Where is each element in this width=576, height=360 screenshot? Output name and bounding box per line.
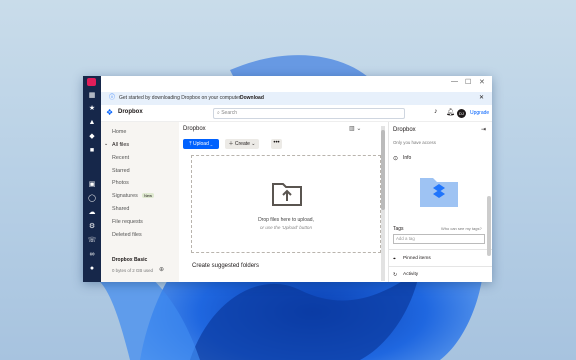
bulb-icon[interactable]: ◯ [87, 194, 97, 204]
divider [389, 266, 492, 267]
sidebar-item-deleted-files[interactable]: Deleted files [112, 232, 142, 238]
sidebar-item-file-requests[interactable]: File requests [112, 219, 143, 225]
settings-icon[interactable]: ⚙ [87, 222, 97, 232]
search-icon: ⌕ [217, 110, 220, 116]
brand-name: Dropbox [118, 109, 143, 115]
account-icon[interactable]: ● [87, 264, 97, 274]
close-banner-icon[interactable]: ✕ [479, 92, 484, 105]
calendar-icon[interactable]: ▣ [87, 180, 97, 190]
add-storage-icon[interactable]: ⊕ [159, 266, 164, 273]
upgrade-link[interactable]: Upgrade [470, 110, 489, 116]
collapse-panel-icon[interactable]: ⇥ [481, 126, 486, 133]
drop-hint-secondary: or use the 'Upload' button [259, 225, 313, 230]
tag-placeholder: Add a tag [396, 236, 415, 241]
access-info: Only you have access [393, 140, 436, 145]
star-icon[interactable]: ★ [87, 104, 97, 114]
folder-upload-icon [272, 183, 302, 206]
create-label: Create [234, 141, 250, 147]
maximize-button[interactable]: ☐ [465, 78, 471, 86]
upload-chevron-icon: ⌄ [208, 141, 213, 147]
phone-icon[interactable]: ☏ [87, 236, 97, 246]
icon-rail: ▦ ★ ▲ ◆ ■ ▣ ◯ ☁ ⚙ ☏ ∞ ● [83, 76, 101, 282]
tag-input[interactable]: Add a tag [393, 234, 485, 244]
activity-item[interactable]: Activity [403, 272, 418, 277]
chevron-down-icon[interactable]: ⌄ [104, 141, 108, 147]
sidebar-item-shared[interactable]: Shared [112, 206, 129, 212]
sidebar-item-home[interactable]: Home [112, 129, 126, 135]
details-scrollbar[interactable] [487, 196, 491, 256]
info-icon: ⓘ [109, 95, 116, 101]
main-content: Dropbox ▥ ⌄ ⤒ Upload ⌄ ＋ Create ⌄ ••• Dr… [179, 122, 386, 282]
pinned-items[interactable]: Pinned items [403, 256, 431, 261]
link-icon[interactable]: ∞ [87, 250, 97, 260]
activity-icon: ↻ [393, 272, 398, 278]
banner-text: Get started by downloading Dropbox on yo… [119, 95, 242, 101]
sidebar-item-signatures[interactable]: Signatures [112, 193, 138, 199]
divider [389, 249, 492, 250]
sidebar-item-photos[interactable]: Photos [112, 180, 129, 186]
photo-icon[interactable]: ◆ [87, 132, 97, 142]
more-options-button[interactable]: ••• [271, 139, 282, 149]
top-bar: ❖ Dropbox ⌕ Search ♪ 🔔︎ DJ Upgrade [101, 106, 492, 122]
app-logo-icon [87, 78, 96, 86]
upload-label: Upload [193, 141, 209, 147]
search-input[interactable]: ⌕ Search [213, 108, 405, 119]
scrollbar-thumb[interactable] [381, 130, 385, 210]
sidebar-item-all-files[interactable]: All files [112, 142, 129, 148]
create-button[interactable]: ＋ Create ⌄ [225, 139, 259, 149]
app-window: — ☐ ✕ ▦ ★ ▲ ◆ ■ ▣ ◯ ☁ ⚙ ☏ ∞ ● ⓘ Get star… [83, 76, 492, 282]
sidebar-item-starred[interactable]: Starred [112, 168, 130, 174]
download-link[interactable]: Download [240, 92, 264, 105]
suggested-folders-heading: Create suggested folders [192, 263, 260, 269]
title-bar: — ☐ ✕ [83, 76, 492, 89]
sidebar-item-recent[interactable]: Recent [112, 155, 129, 161]
avatar[interactable]: DJ [457, 109, 466, 118]
drop-hint: Drop files here to upload, [258, 217, 314, 223]
plan-name: Dropbox Basic [112, 257, 148, 263]
drive-icon[interactable]: ▲ [87, 118, 97, 128]
download-banner: ⓘ Get started by downloading Dropbox on … [101, 92, 492, 105]
notification-bell-icon[interactable]: ♪ [434, 108, 438, 115]
bell-icon[interactable]: 🔔︎ [446, 108, 455, 116]
storage-usage: 0 bytes of 2 GB used [112, 268, 154, 273]
details-panel: Dropbox ⇥ Only you have access ⊙ Info Ta… [388, 122, 492, 282]
pin-icon: ⌖ [393, 256, 396, 262]
main-scrollbar[interactable] [381, 126, 385, 281]
folder-icon[interactable]: ■ [87, 146, 97, 156]
apps-icon[interactable]: ▦ [87, 91, 97, 101]
info-heading[interactable]: Info [403, 155, 411, 161]
tags-help-link[interactable]: Who can see my tags? [441, 226, 482, 231]
minimize-button[interactable]: — [451, 78, 458, 85]
page-title: Dropbox [183, 126, 206, 132]
dropbox-logo-icon: ❖ [106, 108, 114, 117]
search-placeholder: Search [221, 110, 238, 116]
cloud-icon[interactable]: ☁ [87, 208, 97, 218]
sidebar: Home ⌄ All files Recent Starred Photos S… [101, 122, 179, 282]
info-section-icon[interactable]: ⊙ [393, 155, 398, 162]
details-title: Dropbox [393, 127, 416, 133]
upload-button[interactable]: ⤒ Upload ⌄ [183, 139, 219, 149]
tags-label: Tags [393, 226, 404, 232]
new-badge: New [142, 193, 155, 198]
view-toggle-icon[interactable]: ▥ ⌄ [349, 125, 361, 132]
close-window-button[interactable]: ✕ [479, 78, 485, 86]
large-folder-icon [420, 178, 458, 207]
drop-zone[interactable]: Drop files here to upload, or use the 'U… [191, 155, 381, 253]
create-chevron-icon: ⌄ [249, 141, 256, 147]
